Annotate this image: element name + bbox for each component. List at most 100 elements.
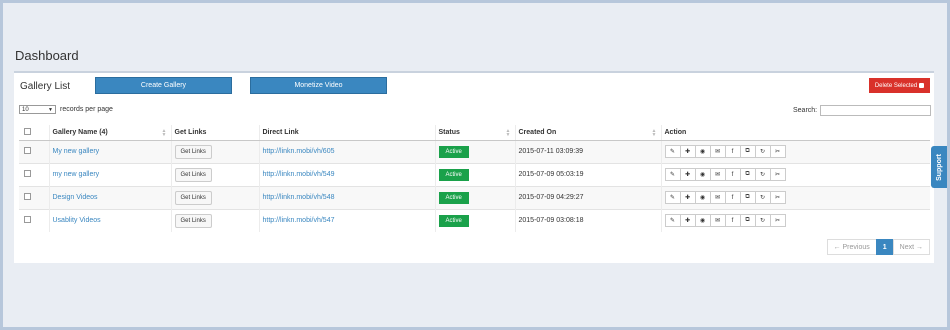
next-page-button[interactable]: Next → [892, 239, 930, 255]
direct-link[interactable]: http://linkn.mobi/vh/547 [263, 217, 335, 224]
copy-action-button[interactable]: ⧉ [739, 145, 756, 158]
add-action-button[interactable]: ✚ [679, 168, 696, 181]
header-created-on[interactable]: Created On ▲ ▼ [515, 125, 662, 141]
page-title: Dashboard [15, 48, 79, 63]
attach-action-button[interactable]: ✂ [769, 191, 786, 204]
header-action-label: Action [664, 128, 687, 136]
edit-action-button[interactable]: ✎ [664, 214, 681, 228]
table-row: Design Videos Get Links http://linkn.mob… [19, 185, 931, 209]
copy-action-button[interactable]: ⧉ [739, 168, 756, 181]
header-get-links: Get Links [171, 125, 260, 141]
search-label: Search: [793, 107, 818, 114]
row-checkbox[interactable] [24, 170, 31, 177]
refresh-icon: ↻ [759, 172, 766, 178]
gallery-name-link[interactable]: Design Videos [53, 194, 98, 201]
gallery-name-link[interactable]: Usablity Videos [53, 217, 101, 224]
select-all-checkbox[interactable] [24, 127, 31, 135]
attach-action-button[interactable]: ✂ [769, 168, 786, 181]
attach-icon: ✂ [774, 195, 781, 201]
refresh-action-button[interactable]: ↻ [754, 191, 771, 204]
header-get-links-label: Get Links [174, 128, 207, 136]
view-action-button[interactable]: ◉ [694, 168, 711, 181]
delete-selected-button[interactable]: Delete Selected [869, 78, 930, 93]
attach-action-button[interactable]: ✂ [769, 214, 786, 228]
email-icon: ✉ [714, 218, 721, 225]
get-links-button[interactable]: Get Links [174, 213, 212, 228]
row-checkbox[interactable] [24, 147, 31, 154]
facebook-icon: f [731, 148, 734, 155]
refresh-action-button[interactable]: ↻ [754, 168, 771, 181]
header-gallery-name[interactable]: Gallery Name (4) ▲ ▼ [49, 125, 172, 141]
facebook-action-button[interactable]: f [724, 145, 741, 158]
view-action-button[interactable]: ◉ [694, 214, 711, 228]
direct-link-cell: http://linkn.mobi/vh/549 [259, 162, 436, 186]
monetize-video-button[interactable]: Monetize Video [250, 77, 387, 94]
support-tab[interactable]: Support [931, 146, 947, 188]
copy-icon: ⧉ [745, 194, 750, 200]
facebook-icon: f [731, 194, 734, 201]
header-status[interactable]: Status ▲ ▼ [435, 125, 516, 141]
action-buttons: ✎ ✚ ◉ ✉ f ⧉ ↻ ✂ [664, 168, 931, 181]
row-select-cell [19, 208, 50, 232]
row-checkbox[interactable] [24, 193, 31, 200]
gallery-name-link[interactable]: my new gallery [53, 171, 100, 178]
created-on-cell: 2015-07-09 05:03:19 [515, 162, 662, 186]
facebook-action-button[interactable]: f [724, 214, 741, 228]
refresh-icon: ↻ [759, 149, 766, 155]
status-badge[interactable]: Active [438, 168, 469, 181]
add-icon: ✚ [684, 172, 691, 178]
email-action-button[interactable]: ✉ [709, 214, 726, 228]
copy-action-button[interactable]: ⧉ [739, 191, 756, 204]
view-action-button[interactable]: ◉ [694, 145, 711, 158]
email-action-button[interactable]: ✉ [709, 168, 726, 181]
action-cell: ✎ ✚ ◉ ✉ f ⧉ ↻ ✂ [661, 162, 931, 186]
email-icon: ✉ [714, 172, 721, 178]
edit-action-button[interactable]: ✎ [664, 145, 681, 158]
direct-link[interactable]: http://linkn.mobi/vh/548 [263, 194, 335, 201]
status-badge[interactable]: Active [438, 145, 469, 158]
add-icon: ✚ [684, 218, 691, 225]
records-per-page-select[interactable]: 10 ▼ [19, 105, 56, 114]
email-icon: ✉ [714, 149, 721, 155]
status-badge[interactable]: Active [438, 214, 469, 227]
facebook-action-button[interactable]: f [724, 168, 741, 181]
attach-icon: ✂ [774, 172, 781, 178]
direct-link-cell: http://linkn.mobi/vh/605 [259, 139, 436, 163]
gallery-table: Gallery Name (4) ▲ ▼ Get Links Direct Link… [19, 125, 930, 232]
edit-action-button[interactable]: ✎ [664, 191, 681, 204]
get-links-button[interactable]: Get Links [174, 167, 212, 182]
direct-link[interactable]: http://linkn.mobi/vh/549 [263, 171, 335, 178]
copy-action-button[interactable]: ⧉ [739, 214, 756, 228]
email-action-button[interactable]: ✉ [709, 145, 726, 158]
refresh-action-button[interactable]: ↻ [754, 145, 771, 158]
refresh-action-button[interactable]: ↻ [754, 214, 771, 228]
row-checkbox[interactable] [24, 216, 31, 224]
edit-icon: ✎ [669, 195, 676, 201]
row-select-cell [19, 162, 50, 186]
email-action-button[interactable]: ✉ [709, 191, 726, 204]
direct-link-cell: http://linkn.mobi/vh/547 [259, 208, 436, 232]
page-button-1[interactable]: 1 [875, 239, 894, 255]
row-select-cell [19, 139, 50, 163]
action-cell: ✎ ✚ ◉ ✉ f ⧉ ↻ ✂ [661, 139, 930, 163]
add-icon: ✚ [684, 149, 691, 155]
gallery-name-cell: My new gallery [49, 139, 172, 163]
status-badge[interactable]: Active [438, 191, 469, 204]
direct-link[interactable]: http://linkn.mobi/vh/605 [263, 148, 335, 155]
pagination: ← Previous 1 Next → [826, 239, 930, 255]
add-action-button[interactable]: ✚ [679, 191, 696, 204]
facebook-action-button[interactable]: f [724, 191, 741, 204]
delete-selected-label: Delete Selected [874, 82, 918, 89]
action-buttons: ✎ ✚ ◉ ✉ f ⧉ ↻ ✂ [664, 191, 931, 204]
attach-action-button[interactable]: ✂ [769, 145, 786, 158]
view-action-button[interactable]: ◉ [694, 191, 711, 204]
search-input[interactable] [820, 105, 932, 116]
get-links-button[interactable]: Get Links [174, 190, 212, 205]
add-action-button[interactable]: ✚ [679, 145, 696, 158]
create-gallery-button[interactable]: Create Gallery [95, 77, 232, 94]
previous-page-button[interactable]: ← Previous [826, 239, 877, 255]
get-links-button[interactable]: Get Links [174, 144, 212, 159]
add-action-button[interactable]: ✚ [679, 214, 696, 228]
gallery-name-link[interactable]: My new gallery [53, 148, 100, 155]
edit-action-button[interactable]: ✎ [664, 168, 681, 181]
